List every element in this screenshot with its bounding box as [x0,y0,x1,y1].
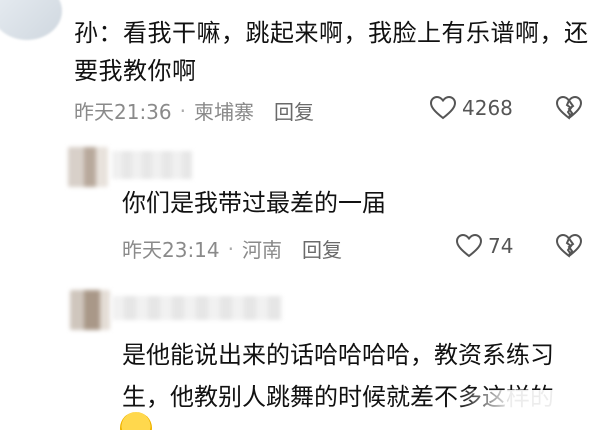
broken-heart-icon[interactable] [556,96,582,120]
reply-button[interactable]: 回复 [274,96,314,125]
comment-time: 昨天21:36 [74,100,172,124]
reply-button[interactable]: 回复 [302,234,342,263]
separator-dot: · [227,236,234,261]
comment-meta: 昨天21:36 · 柬埔寨 回复 [74,96,314,125]
avatar[interactable] [68,147,108,187]
separator-dot: · [179,98,186,123]
like-button[interactable]: 4268 [430,96,513,120]
avatar[interactable] [0,0,62,40]
comment-text: 你们是我带过最差的一届 [122,189,386,217]
comment-meta: 昨天23:14 · 河南 回复 [122,234,342,263]
comment-location: 柬埔寨 [194,100,254,124]
comment-text: 孙：看我干嘛，跳起来啊，我脸上有乐谱啊，还要我教你啊 [74,19,589,85]
broken-heart-icon[interactable] [556,234,582,258]
username-blurred[interactable] [112,151,192,179]
username-blurred[interactable] [112,296,282,320]
comment-thread: 孙：看我干嘛，跳起来啊，我脸上有乐谱啊，还要我教你啊 昨天21:36 · 柬埔寨… [0,0,608,430]
heart-outline-icon [456,234,482,258]
comment-time: 昨天23:14 [122,238,220,262]
like-button[interactable]: 74 [456,234,513,258]
watermark-fade [458,390,608,430]
avatar[interactable] [70,290,110,330]
heart-outline-icon [430,96,456,120]
like-count: 74 [488,234,514,258]
like-count: 4268 [462,96,513,120]
comment-location: 河南 [242,238,282,262]
